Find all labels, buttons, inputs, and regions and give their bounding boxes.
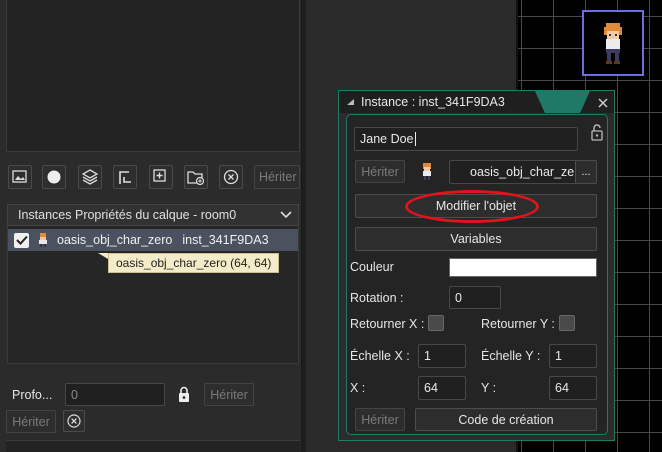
folder-add-icon — [187, 171, 205, 185]
character-sprite-icon — [423, 163, 431, 180]
instance-id: inst_341F9DA3 — [182, 233, 269, 247]
x-input[interactable]: 64 — [418, 376, 466, 400]
x-label: X : — [350, 381, 366, 395]
variables-button[interactable]: Variables — [355, 227, 597, 251]
flip-x-label: Retourner X : — [350, 317, 425, 331]
chevron-down-icon[interactable] — [280, 211, 292, 219]
instance-name-field[interactable]: Jane Doe — [354, 127, 578, 151]
left-panel-footer — [6, 440, 300, 452]
inherit-button[interactable]: Hériter — [6, 410, 56, 433]
add-folder-button[interactable] — [184, 165, 208, 189]
character-sprite-icon — [39, 233, 47, 247]
layers-icon — [82, 169, 98, 185]
highlight-circle — [405, 190, 539, 223]
add-instance-layer-button[interactable] — [42, 165, 66, 189]
clear-button[interactable] — [63, 410, 85, 432]
flip-y-label: Retourner Y : — [481, 317, 555, 331]
scale-y-input[interactable]: 1 — [549, 344, 597, 368]
character-sprite-icon — [604, 23, 622, 64]
dialog-title: Instance : inst_341F9DA3 — [361, 95, 505, 109]
rotation-input[interactable]: 0 — [449, 286, 501, 309]
add-path-layer-button[interactable] — [113, 165, 137, 189]
instance-object-name: oasis_obj_char_zero — [57, 233, 173, 247]
scale-x-input[interactable]: 1 — [418, 344, 466, 368]
object-name-field[interactable]: oasis_obj_char_zero — [449, 160, 577, 184]
layer-inherit-button[interactable]: Hériter — [254, 165, 300, 189]
add-background-layer-button[interactable] — [8, 165, 32, 189]
add-icon — [153, 169, 166, 182]
creation-code-inherit-button[interactable]: Hériter — [355, 408, 405, 431]
tooltip-pointer — [98, 253, 108, 259]
add-tile-layer-button[interactable] — [78, 165, 102, 189]
delete-icon — [67, 414, 81, 428]
image-icon — [12, 170, 27, 183]
y-input[interactable]: 64 — [549, 376, 597, 400]
depth-inherit-button[interactable]: Hériter — [204, 383, 254, 406]
scale-y-label: Échelle Y : — [481, 349, 541, 363]
path-icon — [119, 171, 131, 184]
instances-panel-header[interactable]: Instances Propriétés du calque - room0 — [7, 204, 299, 226]
dialog-accent-tab — [535, 91, 590, 113]
object-select-button[interactable]: ... — [575, 160, 597, 184]
object-inherit-button[interactable]: Hériter — [355, 160, 405, 183]
creation-code-button[interactable]: Code de création — [415, 408, 597, 431]
delete-layer-button[interactable] — [219, 165, 243, 189]
circle-icon — [47, 170, 61, 184]
text-cursor — [414, 132, 416, 146]
instance-row[interactable]: oasis_obj_char_zero inst_341F9DA3 — [8, 229, 298, 251]
checkmark-icon — [15, 235, 28, 245]
flip-x-checkbox[interactable] — [428, 315, 444, 331]
depth-input[interactable]: 0 — [65, 383, 165, 406]
add-asset-layer-button[interactable] — [149, 165, 173, 189]
instance-tooltip: oasis_obj_char_zero (64, 64) — [108, 253, 280, 273]
lock-icon[interactable] — [177, 386, 191, 403]
layer-list[interactable] — [6, 0, 300, 152]
instance-visible-checkbox[interactable] — [14, 232, 29, 248]
rotation-label: Rotation : — [350, 291, 404, 305]
close-icon[interactable] — [598, 98, 608, 108]
y-label: Y : — [481, 381, 497, 395]
dialog-title-bar[interactable]: Instance : inst_341F9DA3 — [339, 91, 614, 113]
delete-icon — [223, 169, 239, 185]
scale-x-label: Échelle X : — [350, 349, 410, 363]
character-instance[interactable] — [582, 10, 644, 76]
color-swatch[interactable] — [449, 258, 597, 277]
unlock-icon[interactable] — [590, 123, 604, 141]
color-label: Couleur — [350, 260, 394, 274]
instances-panel-title: Instances Propriétés du calque - room0 — [18, 208, 237, 222]
collapse-icon[interactable] — [346, 98, 355, 107]
depth-label: Profo... — [12, 388, 53, 402]
flip-y-checkbox[interactable] — [559, 315, 575, 331]
